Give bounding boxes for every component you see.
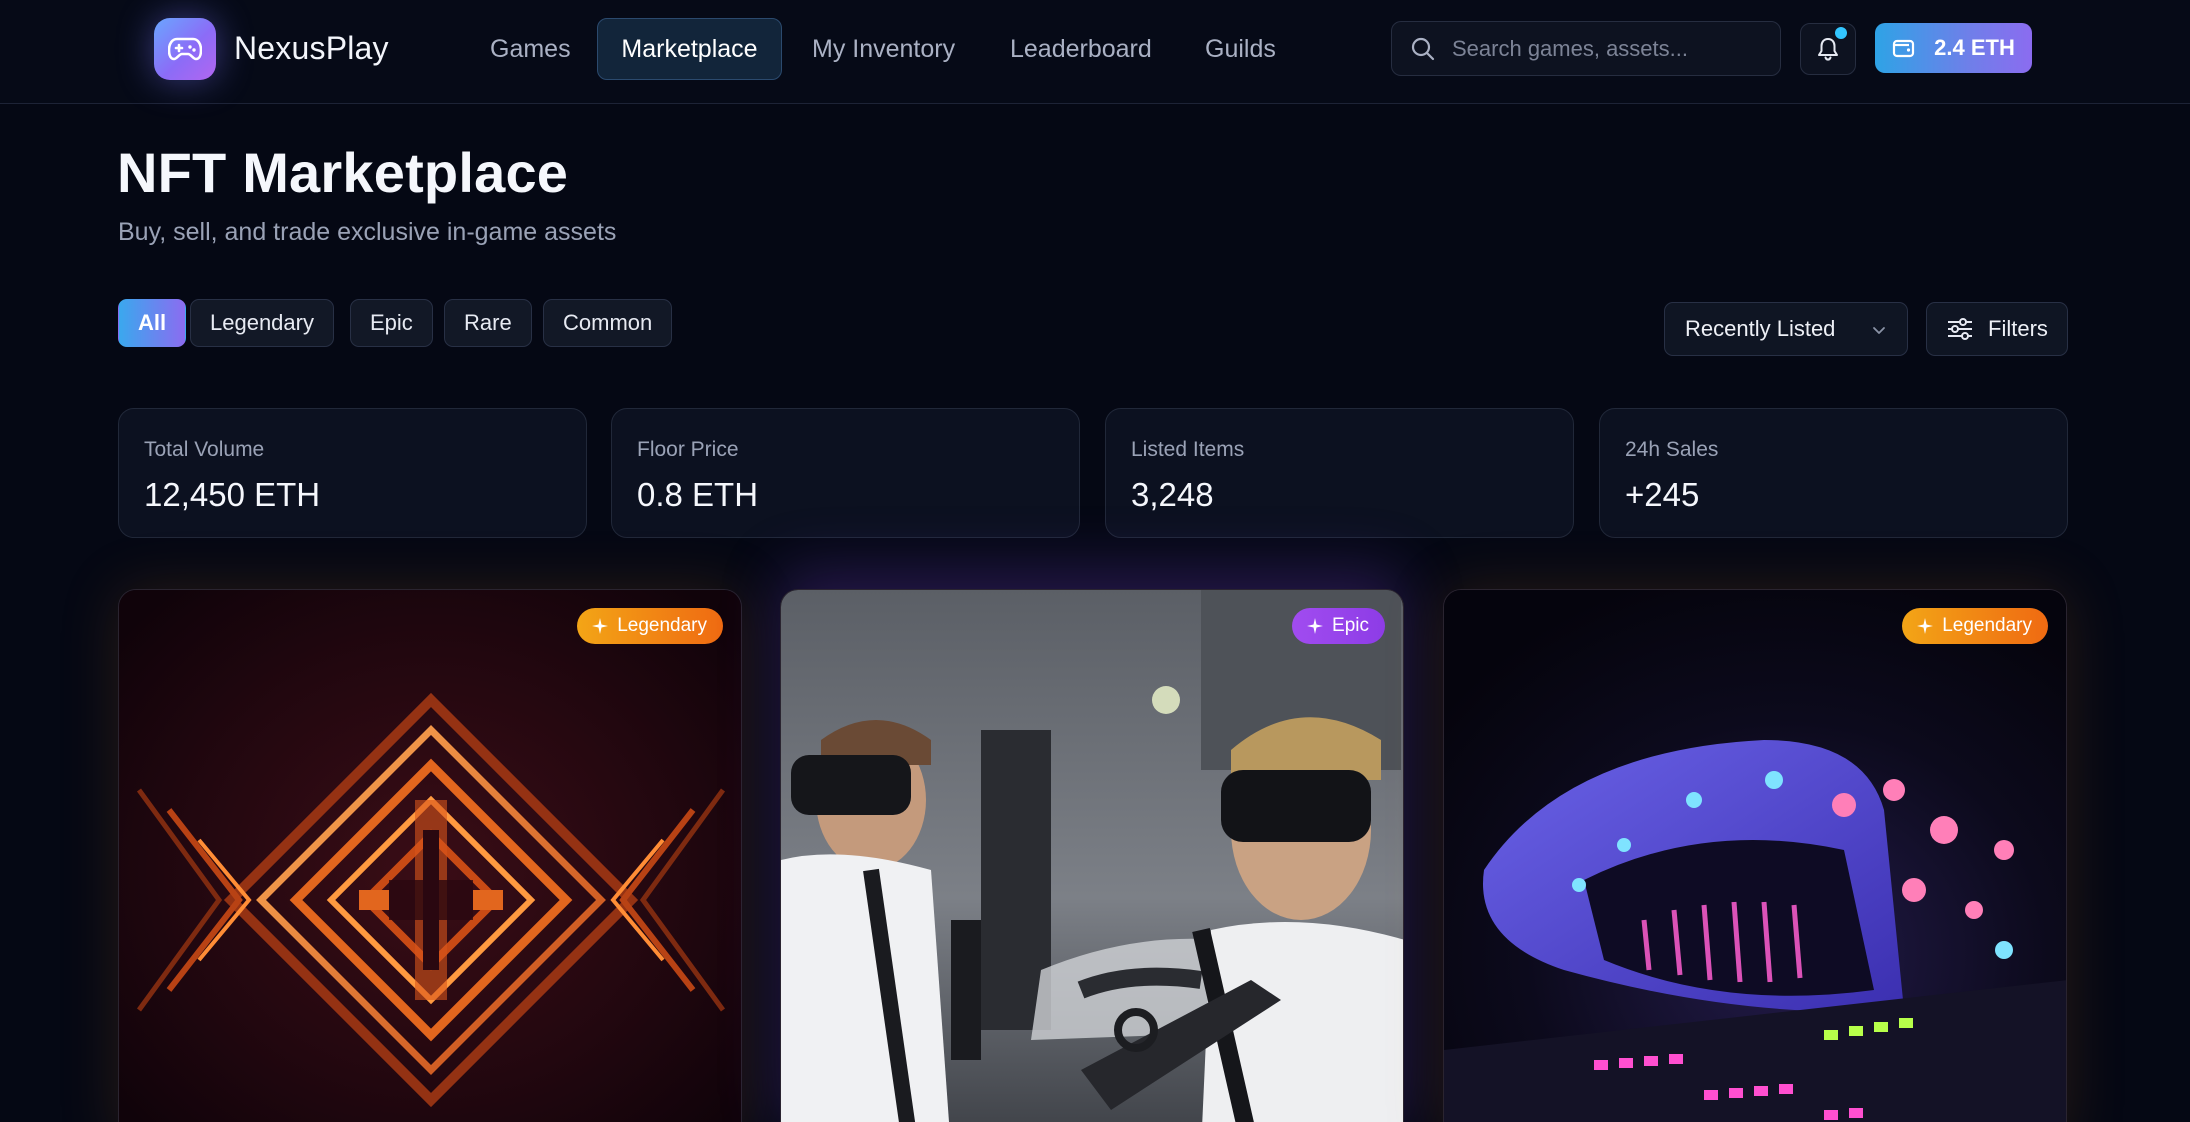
nft-card[interactable]: Epic [780, 589, 1404, 1122]
search-input[interactable] [1452, 35, 1772, 62]
search-icon [1411, 37, 1435, 60]
filters-button-label: Filters [1988, 316, 2048, 341]
rarity-badge-label: Epic [1332, 615, 1369, 636]
gamepad-icon [168, 37, 202, 61]
rarity-badge: Epic [1292, 608, 1385, 644]
nav-item-leaderboard[interactable]: Leaderboard [988, 18, 1174, 80]
stat-card-total-volume: Total Volume 12,450 ETH [118, 408, 587, 538]
sparkle-icon [1917, 618, 1934, 634]
filter-chip-legendary[interactable]: Legendary [190, 299, 334, 347]
brand-name[interactable]: NexusPlay [234, 30, 389, 67]
search-box[interactable] [1391, 21, 1781, 76]
page-subtitle: Buy, sell, and trade exclusive in-game a… [118, 218, 617, 246]
unread-indicator [1835, 27, 1847, 39]
page-title: NFT Marketplace [117, 141, 569, 204]
stat-card-24h-sales: 24h Sales +245 [1599, 408, 2068, 538]
rarity-badge-label: Legendary [617, 615, 707, 636]
stat-value: 3,248 [1131, 476, 1214, 513]
nav-item-games[interactable]: Games [468, 18, 593, 80]
wallet-button[interactable]: 2.4 ETH [1875, 23, 2032, 73]
nav-item-marketplace[interactable]: Marketplace [597, 18, 782, 80]
vr-players-photo [781, 590, 1403, 1122]
wallet-icon [1893, 39, 1915, 58]
notifications-button[interactable] [1800, 23, 1856, 75]
rarity-badge: Legendary [1902, 608, 2048, 644]
sort-selected-value: Recently Listed [1685, 316, 1836, 341]
filter-chip-all[interactable]: All [118, 299, 187, 347]
sort-dropdown[interactable]: Recently Listed [1664, 302, 1908, 356]
brand-logo[interactable] [154, 18, 216, 80]
filter-chip-common[interactable]: Common [543, 299, 673, 347]
stat-value: +245 [1625, 476, 1700, 513]
chevron-down-icon [1873, 327, 1885, 334]
stat-card-floor-price: Floor Price 0.8 ETH [611, 408, 1080, 538]
nav-item-guilds[interactable]: Guilds [1183, 18, 1298, 80]
nft-card[interactable]: Legendary [1443, 589, 2067, 1122]
rarity-badge: Legendary [577, 608, 723, 644]
wallet-balance: 2.4 ETH [1934, 35, 2015, 60]
neon-vr-headset-photo [1444, 590, 2066, 1122]
rarity-badge-label: Legendary [1942, 615, 2032, 636]
orange-diamond-art [119, 590, 741, 1122]
stat-label: 24h Sales [1625, 438, 1719, 461]
sparkle-icon [592, 618, 609, 634]
stat-value: 12,450 ETH [144, 476, 321, 513]
stat-label: Listed Items [1131, 438, 1245, 461]
bell-icon [1818, 38, 1838, 61]
stat-label: Total Volume [144, 438, 265, 461]
sliders-icon [1948, 318, 1973, 340]
stat-value: 0.8 ETH [637, 476, 759, 513]
nav-item-my-inventory[interactable]: My Inventory [790, 18, 977, 80]
filters-button[interactable]: Filters [1926, 302, 2068, 356]
top-navigation-bar: NexusPlay Games Marketplace My Inventory… [0, 0, 2190, 104]
filter-chip-rare[interactable]: Rare [444, 299, 532, 347]
stat-label: Floor Price [637, 438, 739, 461]
filter-chip-epic[interactable]: Epic [350, 299, 433, 347]
sparkle-icon [1307, 618, 1324, 634]
stat-card-listed-items: Listed Items 3,248 [1105, 408, 1574, 538]
nft-card[interactable]: Legendary [118, 589, 742, 1122]
